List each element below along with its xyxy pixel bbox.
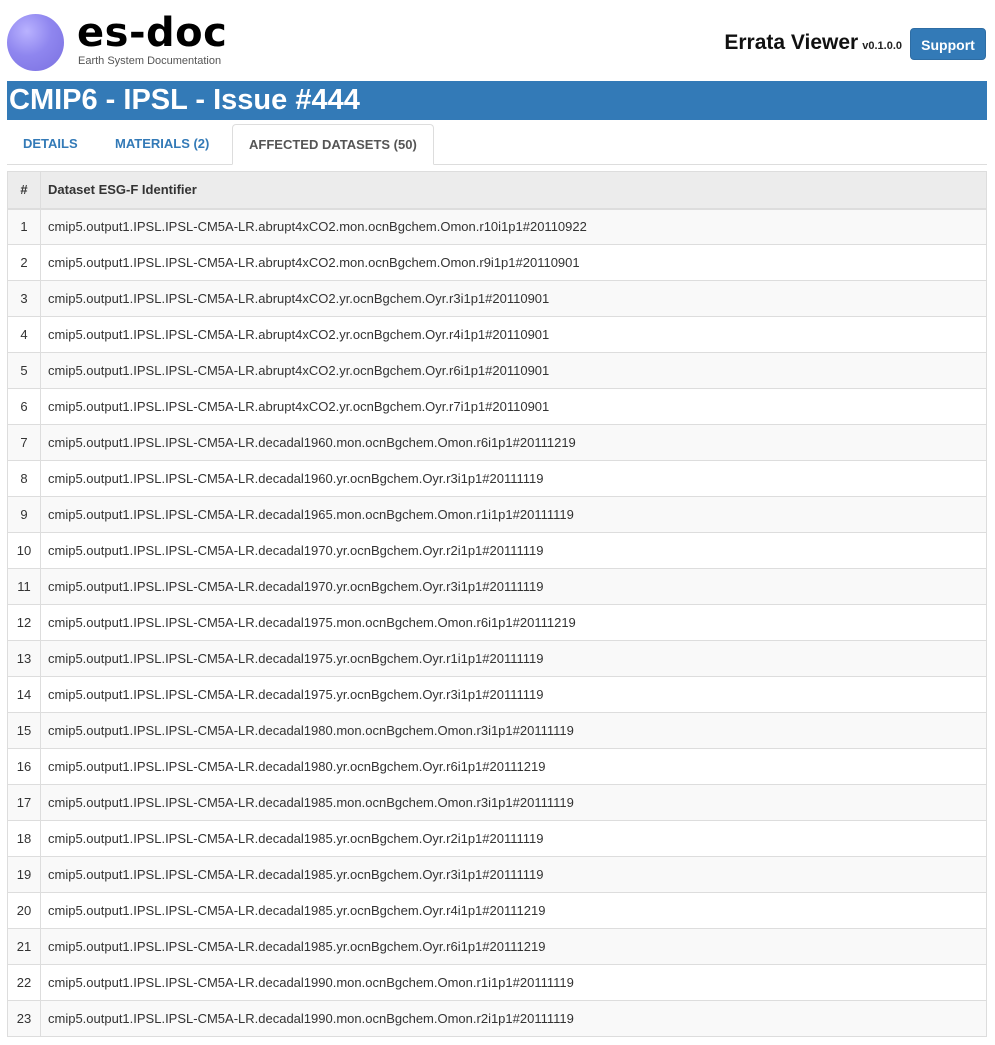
table-body: 1 cmip5.output1.IPSL.IPSL-CM5A-LR.abrupt4… bbox=[7, 208, 987, 1037]
row-index: 5 bbox=[7, 352, 41, 389]
dataset-identifier: cmip5.output1.IPSL.IPSL-CM5A-LR.abrupt4x… bbox=[40, 352, 987, 389]
row-index: 18 bbox=[7, 820, 41, 857]
table-row[interactable]: 13 cmip5.output1.IPSL.IPSL-CM5A-LR.decada… bbox=[7, 640, 987, 677]
row-index: 1 bbox=[7, 208, 41, 245]
row-index: 9 bbox=[7, 496, 41, 533]
app-name: Errata Viewer bbox=[724, 31, 859, 54]
row-index: 23 bbox=[7, 1000, 41, 1037]
table-row[interactable]: 5 cmip5.output1.IPSL.IPSL-CM5A-LR.abrupt4… bbox=[7, 352, 987, 389]
dataset-identifier: cmip5.output1.IPSL.IPSL-CM5A-LR.decadal1… bbox=[40, 712, 987, 749]
datasets-table: # Dataset ESG-F Identifier 1 cmip5.output… bbox=[7, 171, 987, 1037]
tab-bar: DETAILS MATERIALS (2) AFFECTED DATASETS … bbox=[7, 124, 987, 165]
row-index: 17 bbox=[7, 784, 41, 821]
tab-affected-datasets[interactable]: AFFECTED DATASETS (50) bbox=[232, 124, 434, 165]
dataset-identifier: cmip5.output1.IPSL.IPSL-CM5A-LR.decadal1… bbox=[40, 640, 987, 677]
dataset-identifier: cmip5.output1.IPSL.IPSL-CM5A-LR.abrupt4x… bbox=[40, 244, 987, 281]
row-index: 16 bbox=[7, 748, 41, 785]
page-title: CMIP6 - IPSL - Issue #444 bbox=[7, 81, 987, 120]
logo-text[interactable]: es-doc bbox=[77, 10, 227, 56]
page: es-doc Earth System Documentation Errata… bbox=[0, 0, 995, 1045]
table-row[interactable]: 16 cmip5.output1.IPSL.IPSL-CM5A-LR.decada… bbox=[7, 748, 987, 785]
table-row[interactable]: 22 cmip5.output1.IPSL.IPSL-CM5A-LR.decada… bbox=[7, 964, 987, 1001]
row-index: 3 bbox=[7, 280, 41, 317]
dataset-identifier: cmip5.output1.IPSL.IPSL-CM5A-LR.decadal1… bbox=[40, 424, 987, 461]
table-row[interactable]: 12 cmip5.output1.IPSL.IPSL-CM5A-LR.decada… bbox=[7, 604, 987, 641]
dataset-identifier: cmip5.output1.IPSL.IPSL-CM5A-LR.abrupt4x… bbox=[40, 388, 987, 425]
row-index: 6 bbox=[7, 388, 41, 425]
dataset-identifier: cmip5.output1.IPSL.IPSL-CM5A-LR.decadal1… bbox=[40, 820, 987, 857]
table-row[interactable]: 8 cmip5.output1.IPSL.IPSL-CM5A-LR.decadal… bbox=[7, 460, 987, 497]
dataset-identifier: cmip5.output1.IPSL.IPSL-CM5A-LR.decadal1… bbox=[40, 964, 987, 1001]
table-header-row: # Dataset ESG-F Identifier bbox=[7, 171, 987, 210]
dataset-identifier: cmip5.output1.IPSL.IPSL-CM5A-LR.abrupt4x… bbox=[40, 316, 987, 353]
table-row[interactable]: 14 cmip5.output1.IPSL.IPSL-CM5A-LR.decada… bbox=[7, 676, 987, 713]
dataset-identifier: cmip5.output1.IPSL.IPSL-CM5A-LR.decadal1… bbox=[40, 784, 987, 821]
table-row[interactable]: 15 cmip5.output1.IPSL.IPSL-CM5A-LR.decada… bbox=[7, 712, 987, 749]
dataset-identifier: cmip5.output1.IPSL.IPSL-CM5A-LR.abrupt4x… bbox=[40, 280, 987, 317]
dataset-identifier: cmip5.output1.IPSL.IPSL-CM5A-LR.decadal1… bbox=[40, 496, 987, 533]
table-row[interactable]: 6 cmip5.output1.IPSL.IPSL-CM5A-LR.abrupt4… bbox=[7, 388, 987, 425]
datasets-table-container[interactable]: # Dataset ESG-F Identifier 1 cmip5.output… bbox=[7, 171, 987, 1045]
table-row[interactable]: 10 cmip5.output1.IPSL.IPSL-CM5A-LR.decada… bbox=[7, 532, 987, 569]
tab-details[interactable]: DETAILS bbox=[7, 124, 94, 165]
dataset-identifier: cmip5.output1.IPSL.IPSL-CM5A-LR.decadal1… bbox=[40, 532, 987, 569]
row-index: 19 bbox=[7, 856, 41, 893]
row-index: 21 bbox=[7, 928, 41, 965]
support-button[interactable]: Support bbox=[910, 28, 986, 60]
column-header-identifier[interactable]: Dataset ESG-F Identifier bbox=[40, 171, 987, 210]
row-index: 2 bbox=[7, 244, 41, 281]
table-row[interactable]: 4 cmip5.output1.IPSL.IPSL-CM5A-LR.abrupt4… bbox=[7, 316, 987, 353]
table-row[interactable]: 9 cmip5.output1.IPSL.IPSL-CM5A-LR.decadal… bbox=[7, 496, 987, 533]
row-index: 15 bbox=[7, 712, 41, 749]
row-index: 7 bbox=[7, 424, 41, 461]
row-index: 10 bbox=[7, 532, 41, 569]
app-version: v0.1.0.0 bbox=[862, 40, 902, 52]
row-index: 12 bbox=[7, 604, 41, 641]
column-header-index[interactable]: # bbox=[7, 171, 41, 210]
table-row[interactable]: 18 cmip5.output1.IPSL.IPSL-CM5A-LR.decada… bbox=[7, 820, 987, 857]
table-row[interactable]: 17 cmip5.output1.IPSL.IPSL-CM5A-LR.decada… bbox=[7, 784, 987, 821]
app-title: Errata Viewer v0.1.0.0 bbox=[724, 31, 902, 55]
dataset-identifier: cmip5.output1.IPSL.IPSL-CM5A-LR.decadal1… bbox=[40, 748, 987, 785]
table-row[interactable]: 11 cmip5.output1.IPSL.IPSL-CM5A-LR.decada… bbox=[7, 568, 987, 605]
dataset-identifier: cmip5.output1.IPSL.IPSL-CM5A-LR.decadal1… bbox=[40, 676, 987, 713]
dataset-identifier: cmip5.output1.IPSL.IPSL-CM5A-LR.decadal1… bbox=[40, 892, 987, 929]
table-row[interactable]: 23 cmip5.output1.IPSL.IPSL-CM5A-LR.decada… bbox=[7, 1000, 987, 1037]
logo-subtitle: Earth System Documentation bbox=[78, 55, 222, 67]
row-index: 4 bbox=[7, 316, 41, 353]
table-row[interactable]: 20 cmip5.output1.IPSL.IPSL-CM5A-LR.decada… bbox=[7, 892, 987, 929]
row-index: 13 bbox=[7, 640, 41, 677]
dataset-identifier: cmip5.output1.IPSL.IPSL-CM5A-LR.decadal1… bbox=[40, 856, 987, 893]
dataset-identifier: cmip5.output1.IPSL.IPSL-CM5A-LR.decadal1… bbox=[40, 460, 987, 497]
row-index: 14 bbox=[7, 676, 41, 713]
row-index: 11 bbox=[7, 568, 41, 605]
table-row[interactable]: 19 cmip5.output1.IPSL.IPSL-CM5A-LR.decada… bbox=[7, 856, 987, 893]
row-index: 20 bbox=[7, 892, 41, 929]
dataset-identifier: cmip5.output1.IPSL.IPSL-CM5A-LR.decadal1… bbox=[40, 568, 987, 605]
dataset-identifier: cmip5.output1.IPSL.IPSL-CM5A-LR.abrupt4x… bbox=[40, 208, 987, 245]
dataset-identifier: cmip5.output1.IPSL.IPSL-CM5A-LR.decadal1… bbox=[40, 1000, 987, 1037]
row-index: 22 bbox=[7, 964, 41, 1001]
dataset-identifier: cmip5.output1.IPSL.IPSL-CM5A-LR.decadal1… bbox=[40, 928, 987, 965]
table-row[interactable]: 2 cmip5.output1.IPSL.IPSL-CM5A-LR.abrupt4… bbox=[7, 244, 987, 281]
table-row[interactable]: 21 cmip5.output1.IPSL.IPSL-CM5A-LR.decada… bbox=[7, 928, 987, 965]
table-row[interactable]: 1 cmip5.output1.IPSL.IPSL-CM5A-LR.abrupt4… bbox=[7, 208, 987, 245]
dataset-identifier: cmip5.output1.IPSL.IPSL-CM5A-LR.decadal1… bbox=[40, 604, 987, 641]
header: es-doc Earth System Documentation Errata… bbox=[0, 0, 995, 80]
table-row[interactable]: 7 cmip5.output1.IPSL.IPSL-CM5A-LR.decadal… bbox=[7, 424, 987, 461]
es-doc-logo-icon[interactable] bbox=[7, 14, 64, 71]
table-row[interactable]: 3 cmip5.output1.IPSL.IPSL-CM5A-LR.abrupt4… bbox=[7, 280, 987, 317]
row-index: 8 bbox=[7, 460, 41, 497]
tab-materials[interactable]: MATERIALS (2) bbox=[99, 124, 225, 165]
